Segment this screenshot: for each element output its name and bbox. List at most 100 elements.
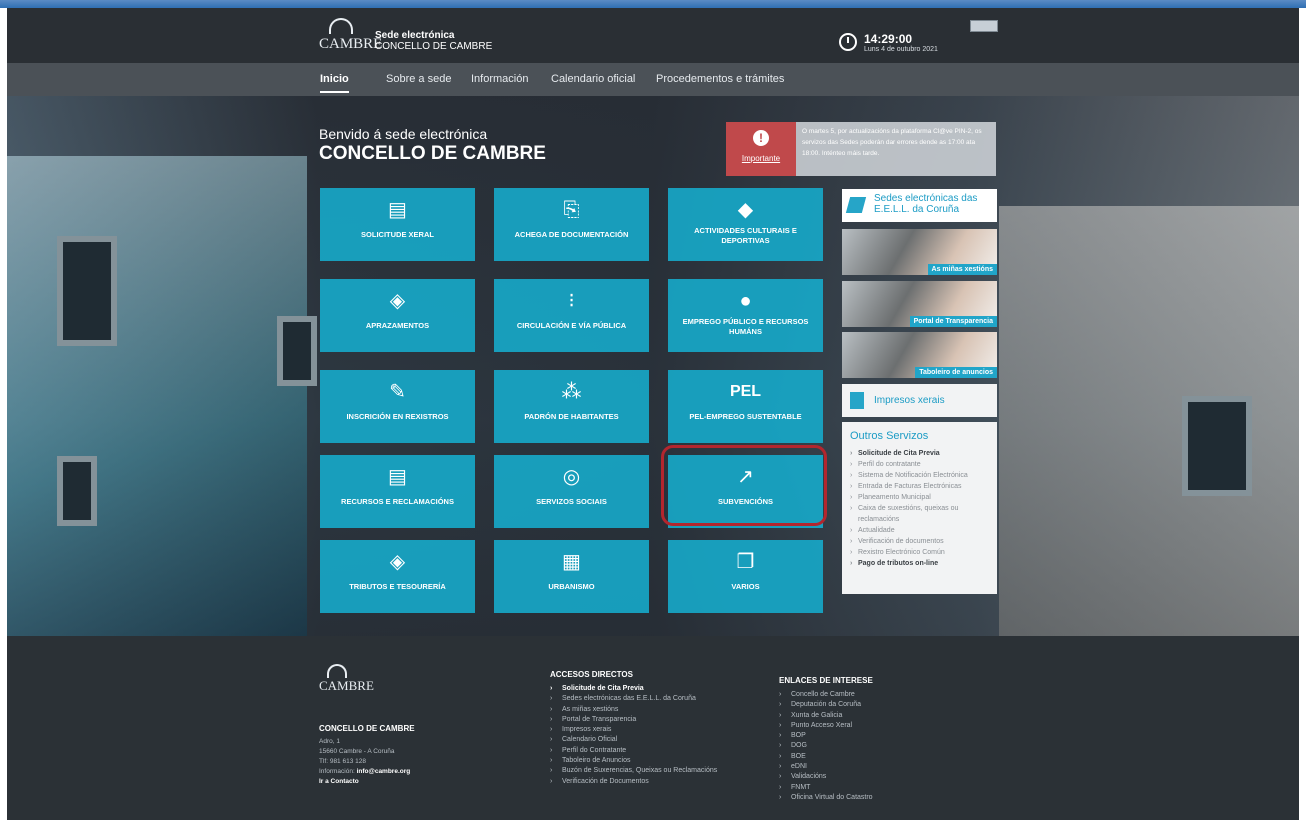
tile-achega-documentacion[interactable]: ⎘ ACHEGA DE DOCUMENTACIÓN — [494, 188, 649, 261]
tile-label: SOLICITUDE XERAL — [361, 230, 434, 239]
info-label: Información: — [319, 768, 357, 775]
footer-link[interactable]: Verificación de Documentos — [550, 777, 717, 788]
building-icon: ▦ — [562, 551, 581, 573]
hero-section: Benvido á sede electrónica CONCELLO DE C… — [7, 96, 1299, 636]
nav-item-inicio[interactable]: Inicio — [320, 73, 349, 93]
address-line: 15660 Cambre - A Coruña — [319, 748, 395, 755]
page-frame: CAMBRE Sede electrónica CONCELLO DE CAMB… — [7, 8, 1299, 820]
contact-link[interactable]: Ir a Contacto — [319, 778, 359, 785]
nav-item-informacion[interactable]: Información — [471, 73, 528, 85]
footer-link[interactable]: FNMT — [779, 783, 873, 794]
pel-icon: PEL — [729, 383, 762, 400]
notice-badge[interactable]: ! Importante — [726, 122, 796, 176]
tile-label: ACHEGA DE DOCUMENTACIÓN — [514, 230, 629, 239]
footer-link[interactable]: Portal de Transparencia — [550, 715, 717, 726]
accesos-title: ACCESOS DIRECTOS — [550, 670, 633, 679]
footer-link[interactable]: DOG — [779, 741, 873, 752]
site-logo[interactable]: CAMBRE Sede electrónica CONCELLO DE CAMB… — [319, 18, 499, 58]
banner-portal-transparencia[interactable]: Portal de Transparencia — [842, 281, 997, 327]
info-line: Información: info@cambre.org — [319, 767, 410, 777]
footer-link[interactable]: Solicitude de Cita Previa — [550, 684, 717, 695]
outros-item[interactable]: Perfil do contratante — [850, 459, 995, 470]
footer-link[interactable]: Oficina Virtual do Catastro — [779, 793, 873, 804]
outros-item[interactable]: Rexistro Electrónico Común — [850, 547, 995, 558]
footer-link[interactable]: Sedes electrónicas das E.E.L.L. da Coruñ… — [550, 694, 717, 705]
tile-label: APRAZAMENTOS — [365, 321, 430, 330]
highlight-marker — [661, 445, 827, 526]
logo-title: Sede electrónica — [375, 30, 455, 41]
tile-label: INSCRICIÓN EN REXISTROS — [346, 412, 449, 421]
banner-as-minas-xestions[interactable]: As miñas xestións — [842, 229, 997, 275]
impresos-xerais-link[interactable]: Impresos xerais — [842, 384, 997, 417]
tile-pel-emprego[interactable]: PEL PEL-EMPREGO SUSTENTABLE — [668, 370, 823, 443]
tile-aprazamentos[interactable]: ◈ APRAZAMENTOS — [320, 279, 475, 352]
tile-urbanismo[interactable]: ▦ URBANISMO — [494, 540, 649, 613]
nav-item-calendario[interactable]: Calendario oficial — [551, 73, 635, 85]
footer-link[interactable]: Impresos xerais — [550, 725, 717, 736]
footer-link[interactable]: Calendario Oficial — [550, 735, 717, 746]
tile-label: RECURSOS E RECLAMACIÓNS — [341, 497, 454, 506]
tile-varios[interactable]: ❐ VARIOS — [668, 540, 823, 613]
footer-link[interactable]: BOP — [779, 731, 873, 742]
outros-item[interactable]: Actualidade — [850, 525, 995, 536]
calculator-icon: ◈ — [389, 551, 406, 573]
accesos-directos: ACCESOS DIRECTOS Solicitude de Cita Prev… — [550, 670, 717, 787]
tile-servizos-sociais[interactable]: ◎ SERVIZOS SOCIAIS — [494, 455, 649, 528]
social-icon: ◎ — [562, 466, 581, 488]
nav-item-procedementos[interactable]: Procedementos e trámites — [656, 73, 784, 85]
sedes-electronicas-link[interactable]: Sedes electrónicas das E.E.L.L. da Coruñ… — [842, 189, 997, 222]
tile-recursos-reclamacions[interactable]: ▤ RECURSOS E RECLAMACIÓNS — [320, 455, 475, 528]
tile-actividades-culturais[interactable]: ◆ ACTIVIDADES CULTURAIS E DEPORTIVAS — [668, 188, 823, 261]
footer-link[interactable]: Perfil do Contratante — [550, 746, 717, 757]
site-header: CAMBRE Sede electrónica CONCELLO DE CAMB… — [7, 8, 1299, 63]
tile-inscricion-rexistros[interactable]: ✎ INSCRICIÓN EN REXISTROS — [320, 370, 475, 443]
enlaces-title: ENLACES DE INTERESE — [779, 676, 873, 685]
site-footer: CAMBRE CONCELLO DE CAMBRE Adro, 1 15660 … — [7, 636, 1299, 820]
outros-item[interactable]: Planeamento Municipal — [850, 492, 995, 503]
background-window — [1182, 396, 1252, 496]
outros-item[interactable]: Caixa de suxestións, queixas ou reclamac… — [850, 503, 995, 525]
logo-mark-icon — [329, 18, 353, 34]
nav-item-sobre-a-sede[interactable]: Sobre a sede — [386, 73, 451, 85]
footer-link[interactable]: BOE — [779, 752, 873, 763]
outros-item[interactable]: Verificación de documentos — [850, 536, 995, 547]
footer-link[interactable]: Validacións — [779, 772, 873, 783]
footer-link[interactable]: Xunta de Galicia — [779, 711, 873, 722]
outros-item[interactable]: Entrada de Facturas Electrónicas — [850, 481, 995, 492]
tile-label: TRIBUTOS E TESOURERÍA — [349, 582, 446, 591]
outros-item[interactable]: Solicitude de Cita Previa — [850, 448, 995, 459]
alert-icon: ! — [753, 130, 769, 146]
current-date: Luns 4 de outubro 2021 — [864, 46, 938, 53]
footer-link[interactable]: Taboleiro de Anuncios — [550, 756, 717, 767]
enlaces-de-interese: ENLACES DE INTERESE Concello de Cambre D… — [779, 676, 873, 804]
footer-link[interactable]: Concello de Cambre — [779, 690, 873, 701]
outros-item[interactable]: Sistema de Notificación Electrónica — [850, 470, 995, 481]
tile-label: URBANISMO — [548, 582, 595, 591]
outros-title: Outros Servizos — [850, 430, 929, 442]
files-icon: ❐ — [736, 551, 755, 573]
footer-link[interactable]: Buzón de Suxerencias, Queixas ou Reclama… — [550, 766, 717, 777]
tile-solicitude-xeral[interactable]: ▤ SOLICITUDE XERAL — [320, 188, 475, 261]
tile-label: PEL-EMPREGO SUSTENTABLE — [689, 412, 802, 421]
footer-link[interactable]: Deputación da Coruña — [779, 700, 873, 711]
footer-link[interactable]: Punto Acceso Xeral — [779, 721, 873, 732]
footer-link[interactable]: eDNI — [779, 762, 873, 773]
notice-label[interactable]: Importante — [726, 154, 796, 163]
info-email-link[interactable]: info@cambre.org — [357, 768, 411, 775]
tile-emprego-publico[interactable]: ● EMPREGO PÚBLICO E RECURSOS HUMÁNS — [668, 279, 823, 352]
people-icon: ⁂ — [561, 381, 582, 403]
document-search-icon: ▤ — [388, 466, 407, 488]
hero-title: CONCELLO DE CAMBRE — [319, 143, 546, 164]
banner-label: Portal de Transparencia — [909, 316, 997, 327]
sedes-label: Sedes electrónicas das E.E.L.L. da Coruñ… — [874, 193, 978, 215]
tile-circulacion[interactable]: ⁝ CIRCULACIÓN E VÍA PÚBLICA — [494, 279, 649, 352]
tile-padron-habitantes[interactable]: ⁂ PADRÓN DE HABITANTES — [494, 370, 649, 443]
outros-item[interactable]: Pago de tributos on-line — [850, 558, 995, 569]
language-flag-icon[interactable] — [970, 20, 998, 32]
background-window — [277, 316, 317, 386]
logo-subtitle: CONCELLO DE CAMBRE — [375, 41, 493, 52]
banner-taboleiro-anuncios[interactable]: Taboleiro de anuncios — [842, 332, 997, 378]
footer-link[interactable]: As miñas xestións — [550, 705, 717, 716]
logo-name: CAMBRE — [319, 36, 383, 52]
tile-tributos-tesoureria[interactable]: ◈ TRIBUTOS E TESOURERÍA — [320, 540, 475, 613]
